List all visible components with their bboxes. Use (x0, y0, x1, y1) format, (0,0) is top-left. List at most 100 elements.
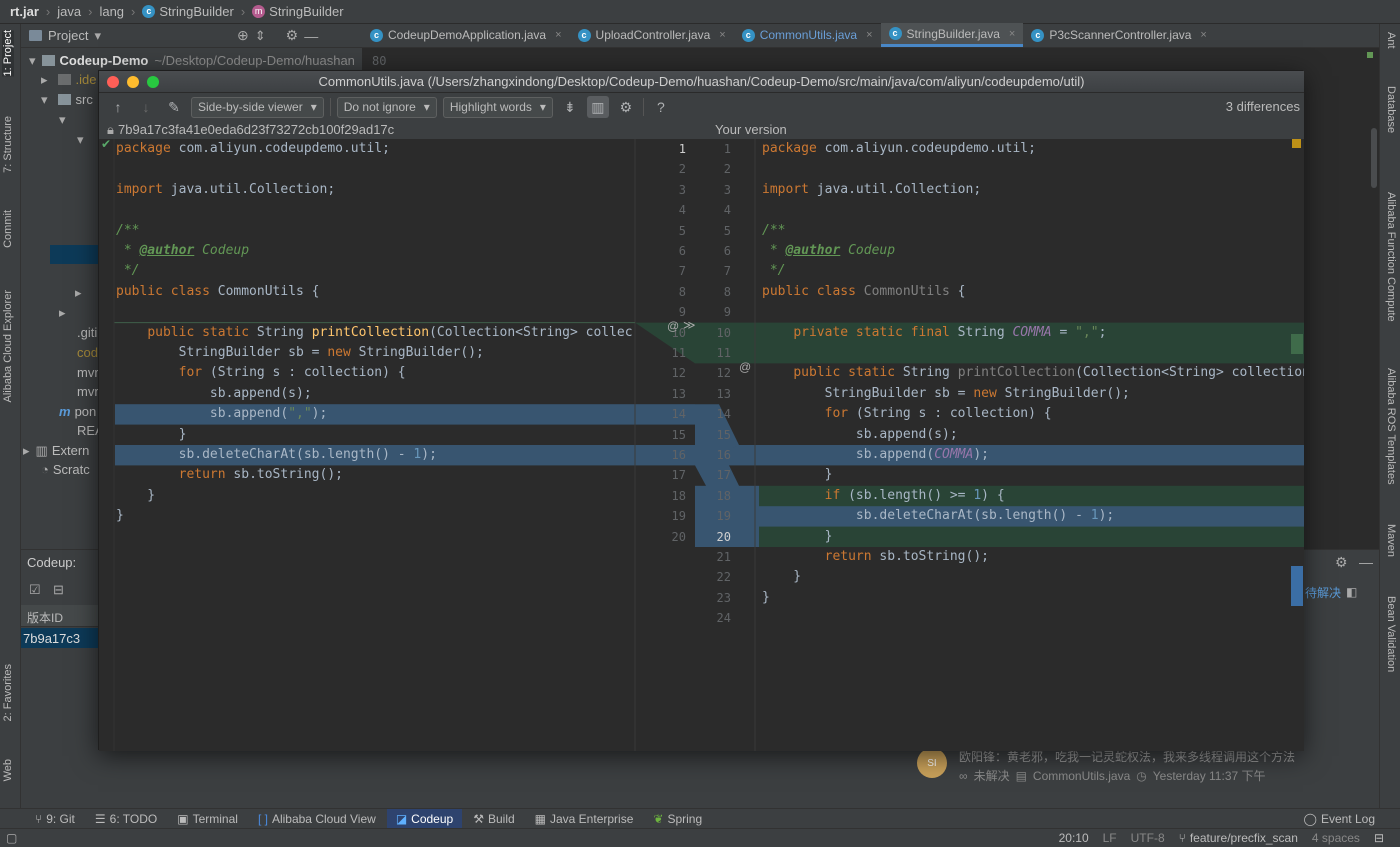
code-line[interactable]: for (String s : collection) { (116, 363, 406, 383)
close-icon[interactable]: × (719, 29, 725, 41)
tab-codeup-demo-application[interactable]: c CodeupDemoApplication.java × (362, 23, 570, 47)
tab-favorites[interactable]: 2: Favorites (2, 664, 14, 721)
ignore-select[interactable]: Do not ignore ▾ (336, 96, 437, 118)
tree-selected-row[interactable] (50, 245, 100, 264)
tab-codeup[interactable]: ◪ Codeup (386, 808, 463, 829)
tab-web[interactable]: Web (2, 759, 14, 781)
code-line[interactable]: } (762, 527, 833, 547)
code-line[interactable]: * @author Codeup (762, 241, 895, 261)
edit-source-icon[interactable]: ✎ (163, 96, 185, 118)
line-separator[interactable]: LF (1103, 831, 1117, 845)
tab-ros-templates[interactable]: Alibaba ROS Templates (1385, 368, 1397, 485)
breadcrumb-java[interactable]: java (57, 4, 81, 19)
previous-difference-icon[interactable]: ↑ (107, 96, 129, 118)
next-difference-icon[interactable]: ↓ (135, 96, 157, 118)
tree-item[interactable]: m pon (59, 402, 96, 421)
tree-item[interactable]: ▸ .ide (41, 70, 97, 89)
chevron-down-icon[interactable]: ▾ (94, 28, 101, 44)
tree-item[interactable]: cod (77, 343, 98, 362)
tab-git[interactable]: ⑂ 9: Git (26, 809, 84, 829)
tab-ant[interactable]: Ant (1385, 32, 1397, 49)
gear-icon[interactable]: ⚙ (1335, 554, 1348, 571)
code-line[interactable]: sb.deleteCharAt(sb.length() - 1); (762, 506, 1114, 526)
code-line[interactable]: /** (762, 221, 785, 241)
tab-structure[interactable]: 7: Structure (2, 116, 14, 173)
sync-scroll-icon[interactable]: ▥ (586, 96, 609, 118)
hide-icon[interactable]: — (304, 28, 318, 44)
code-line[interactable]: sb.append(COMMA); (762, 445, 989, 465)
code-line[interactable]: StringBuilder sb = new StringBuilder(); (116, 343, 484, 363)
breadcrumb-method[interactable]: StringBuilder (269, 4, 343, 19)
code-line[interactable]: sb.deleteCharAt(sb.length() - 1); (116, 445, 437, 465)
code-line[interactable]: package com.aliyun.codeupdemo.util; (762, 139, 1036, 159)
project-title[interactable]: Project (48, 28, 88, 43)
close-icon[interactable]: × (866, 29, 872, 41)
tab-terminal[interactable]: ▣ Terminal (168, 809, 247, 829)
indent-setting[interactable]: 4 spaces (1312, 831, 1360, 845)
tab-alibaba-cloud-explorer[interactable]: Alibaba Cloud Explorer (2, 290, 14, 403)
tab-java-enterprise[interactable]: ▦ Java Enterprise (526, 809, 643, 829)
hide-icon[interactable]: — (1359, 554, 1373, 570)
code-line[interactable]: sb.append(","); (116, 404, 327, 424)
annotate-icon[interactable]: @ (667, 319, 679, 333)
tab-p3c-scanner-controller[interactable]: c P3cScannerController.java × (1023, 23, 1215, 47)
code-line[interactable]: public class CommonUtils { (762, 282, 966, 302)
help-button[interactable]: ? (650, 96, 672, 118)
code-line[interactable]: } (762, 588, 770, 608)
close-icon[interactable]: × (1009, 28, 1015, 40)
code-line[interactable]: for (String s : collection) { (762, 404, 1052, 424)
code-line[interactable]: if (sb.length() >= 1) { (762, 486, 1005, 506)
status-window-icon[interactable]: ▢ (6, 831, 17, 845)
code-line[interactable]: private static final String COMMA = ","; (762, 323, 1106, 343)
comment-file[interactable]: CommonUtils.java (1033, 769, 1130, 783)
tab-commit[interactable]: Commit (2, 210, 14, 248)
tree-item[interactable]: mvr (77, 363, 99, 382)
gear-icon[interactable]: ⚙ (286, 27, 299, 44)
code-line[interactable]: return sb.toString(); (116, 465, 343, 485)
code-line[interactable]: } (116, 506, 124, 526)
close-icon[interactable]: × (1200, 29, 1206, 41)
code-line[interactable]: */ (116, 261, 140, 281)
tab-todo[interactable]: ☰ 6: TODO (86, 809, 166, 829)
event-log-button[interactable]: ◯ Event Log (1295, 809, 1384, 829)
code-line[interactable]: StringBuilder sb = new StringBuilder(); (762, 384, 1130, 404)
tab-spring[interactable]: ❦ Spring (644, 809, 711, 829)
breadcrumb-rt-jar[interactable]: rt.jar (10, 4, 39, 19)
code-line[interactable]: } (116, 486, 155, 506)
close-window-button[interactable] (107, 76, 119, 88)
locate-icon[interactable]: ⊕ (237, 27, 249, 44)
breadcrumb-lang[interactable]: lang (99, 4, 124, 19)
tab-project[interactable]: 1: Project (2, 30, 14, 77)
code-line[interactable]: import java.util.Collection; (116, 180, 335, 200)
viewer-select[interactable]: Side-by-side viewer ▾ (191, 96, 324, 118)
tree-item[interactable]: ◔ Scratc (41, 460, 90, 479)
tree-root[interactable]: ▾ Codeup-Demo ~/Desktop/Codeup-Demo/huas… (29, 51, 355, 70)
table-row[interactable]: 7b9a17c3 (21, 628, 98, 648)
annotate-icon[interactable]: @ (739, 360, 751, 374)
close-icon[interactable]: × (555, 29, 561, 41)
highlight-select[interactable]: Highlight words ▾ (442, 96, 553, 118)
git-branch[interactable]: ⑂ feature/precfix_scan (1179, 831, 1298, 845)
code-line[interactable]: * @author Codeup (116, 241, 249, 261)
tab-alibaba-cloud-view[interactable]: [ ] Alibaba Cloud View (249, 809, 385, 829)
code-line[interactable]: import java.util.Collection; (762, 180, 981, 200)
lock-icon[interactable]: ⊟ (1374, 831, 1384, 845)
code-line[interactable]: */ (762, 261, 786, 281)
tab-bean-validation[interactable]: Bean Validation (1385, 596, 1397, 672)
tree-item[interactable]: .giti (77, 323, 97, 342)
code-line[interactable]: /** (116, 221, 139, 241)
tab-function-compute[interactable]: Alibaba Function Compute (1385, 192, 1397, 322)
tree-item[interactable]: ▾ (59, 110, 66, 129)
code-line[interactable]: } (116, 425, 187, 445)
tree-item[interactable]: ▸ ▥ Extern (23, 441, 89, 460)
collapse-icon[interactable]: ⇕ (255, 28, 266, 44)
apply-change-icon[interactable]: ≫ (683, 318, 696, 332)
tab-common-utils[interactable]: c CommonUtils.java × (734, 23, 881, 47)
code-line[interactable]: public static String printCollection(Col… (116, 323, 632, 343)
resolve-filter-button[interactable]: 待解决 ◧ (1301, 582, 1361, 602)
cursor-position[interactable]: 20:10 (1059, 831, 1089, 845)
code-line[interactable]: sb.append(s); (762, 425, 958, 445)
editor-scrollbar[interactable] (1371, 128, 1377, 188)
tab-upload-controller[interactable]: c UploadController.java × (570, 23, 734, 47)
code-line[interactable]: sb.append(s); (116, 384, 312, 404)
